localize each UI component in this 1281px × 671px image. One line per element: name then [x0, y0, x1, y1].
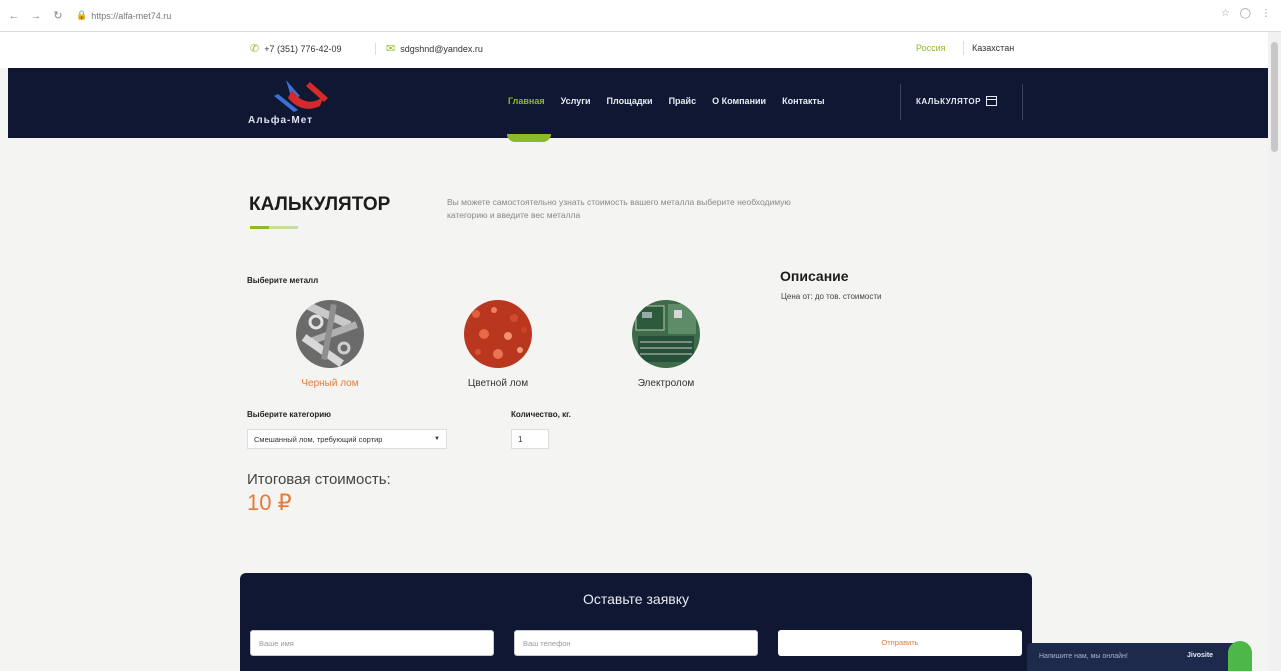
electronic-scrap-image [632, 300, 700, 368]
ferrous-scrap-image [296, 300, 364, 368]
chat-badge-icon[interactable] [1228, 641, 1252, 671]
nav-item-price[interactable]: Прайс [669, 96, 697, 106]
active-nav-indicator [507, 134, 551, 142]
category-label: Выберите категорию [247, 410, 331, 419]
metal-option-nonferrous[interactable]: Цветной лом [438, 300, 558, 389]
total-value: 10 ₽ [247, 490, 292, 515]
extension-icon[interactable]: ◯ [1240, 8, 1251, 19]
description-text: Цена от: до тов. стоимости [781, 292, 882, 301]
chat-text: Напишите нам, мы онлайн! [1039, 653, 1128, 660]
logo-mark-icon [274, 80, 328, 112]
site-logo[interactable]: Альфа-Мет [248, 76, 358, 130]
category-select[interactable]: Смешанный лом, требующий сортир ▼ [247, 429, 447, 449]
email-contact[interactable]: ✉ sdgshnd@yandex.ru [386, 42, 483, 55]
category-select-value: Смешанный лом, требующий сортир [254, 434, 383, 444]
url-text: https://alfa-met74.ru [91, 10, 172, 21]
nav-item-contacts[interactable]: Контакты [782, 96, 824, 106]
email-address[interactable]: sdgshnd@yandex.ru [400, 44, 483, 54]
metal-name: Черный лом [301, 378, 359, 389]
nav-item-home[interactable]: Главная [508, 96, 545, 106]
divider [900, 84, 901, 120]
region-russia[interactable]: Россия [916, 43, 946, 53]
chat-button[interactable]: Jivosite [1187, 652, 1213, 659]
phone-input[interactable]: Ваш телефон [514, 630, 758, 656]
description-title: Описание [780, 268, 849, 284]
divider [963, 41, 964, 55]
phone-number[interactable]: +7 (351) 776-42-09 [264, 44, 341, 54]
nav-item-about[interactable]: О Компании [712, 96, 766, 106]
divider [375, 43, 376, 55]
address-bar[interactable]: 🔒 https://alfa-met74.ru [76, 10, 171, 21]
mail-icon: ✉ [386, 43, 396, 55]
nav-item-calculator[interactable]: КАЛЬКУЛЯТОР [916, 96, 997, 106]
request-form: Оставьте заявку Ваше имя Ваш телефон Отп… [240, 573, 1032, 671]
nav-item-services[interactable]: Услуги [561, 96, 591, 106]
star-icon[interactable]: ☆ [1221, 8, 1230, 19]
forward-icon[interactable]: → [28, 8, 44, 24]
metal-name: Электролом [637, 378, 695, 389]
metal-option-ferrous[interactable]: Черный лом [270, 300, 390, 389]
divider [1022, 84, 1023, 120]
title-underline [250, 226, 298, 229]
nonferrous-scrap-image [464, 300, 532, 368]
site-header: Альфа-Мет Главная Услуги Площадки Прайс … [8, 68, 1268, 138]
menu-icon[interactable]: ⋮ [1261, 8, 1271, 19]
region-kazakhstan[interactable]: Казахстан [972, 43, 1014, 53]
quantity-input[interactable]: 1 [511, 429, 549, 449]
calculator-icon [985, 96, 997, 106]
calculator-link-label: КАЛЬКУЛЯТОР [916, 96, 981, 106]
logo-text: Альфа-Мет [248, 115, 314, 126]
intro-text: Вы можете самостоятельно узнать стоимост… [447, 197, 791, 220]
metal-label: Выберите металл [247, 276, 319, 285]
scrollbar-thumb[interactable] [1271, 42, 1278, 152]
metal-name: Цветной лом [467, 378, 529, 389]
scrollbar[interactable] [1268, 32, 1281, 671]
metal-option-electronic[interactable]: Электролом [606, 300, 726, 389]
back-icon[interactable]: ← [6, 8, 22, 24]
main-nav: Главная Услуги Площадки Прайс О Компании… [508, 96, 825, 106]
nav-item-sites[interactable]: Площадки [607, 96, 653, 106]
chat-widget[interactable]: Напишите нам, мы онлайн! Jivosite [1027, 643, 1246, 671]
browser-toolbar: ← → ↻ 🔒 https://alfa-met74.ru ☆ ◯ ⋮ [0, 0, 1281, 32]
contact-strip: ✆ +7 (351) 776-42-09 ✉ sdgshnd@yandex.ru… [0, 32, 1268, 68]
submit-button[interactable]: Отправить [778, 630, 1022, 656]
phone-icon: ✆ [250, 43, 260, 55]
quantity-label: Количество, кг. [511, 410, 571, 419]
page-title: КАЛЬКУЛЯТОР [249, 194, 391, 215]
name-input[interactable]: Ваше имя [250, 630, 494, 656]
total-label: Итоговая стоимость: [247, 471, 391, 488]
phone-contact[interactable]: ✆ +7 (351) 776-42-09 [250, 42, 342, 55]
chevron-down-icon: ▼ [434, 436, 440, 442]
lock-icon: 🔒 [76, 10, 88, 20]
request-title: Оставьте заявку [582, 591, 689, 607]
reload-icon[interactable]: ↻ [50, 8, 66, 24]
